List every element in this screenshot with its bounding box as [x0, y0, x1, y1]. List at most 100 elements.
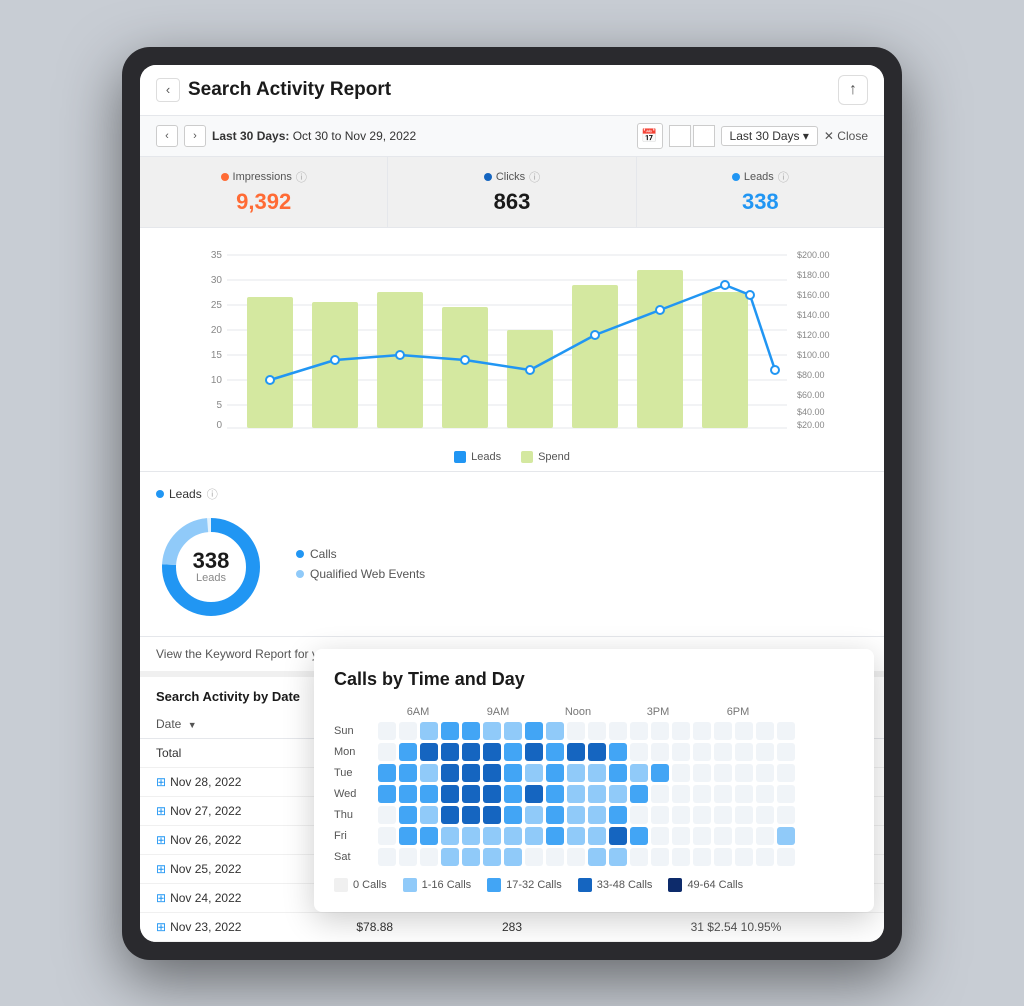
legend-cell	[487, 878, 501, 892]
heatmap-cell	[399, 743, 417, 761]
heatmap-cell	[588, 785, 606, 803]
chart-legend: Leads Spend	[156, 451, 868, 463]
donut-center: 338 Leads	[193, 550, 230, 584]
time-label: 3PM	[618, 706, 698, 718]
day-label: Tue	[334, 767, 378, 779]
heatmap-cell	[462, 806, 480, 824]
heatmap-cell	[399, 827, 417, 845]
view-toggle-1[interactable]	[669, 125, 691, 147]
calls-dot	[296, 550, 304, 558]
heatmap-cell	[399, 848, 417, 866]
heatmap-cell	[420, 806, 438, 824]
heatmap-cell	[462, 764, 480, 782]
heatmap-cell	[588, 764, 606, 782]
svg-text:$160.00: $160.00	[797, 290, 830, 300]
heatmap-cell	[441, 785, 459, 803]
heatmap-cell	[525, 827, 543, 845]
svg-text:$40.00: $40.00	[797, 407, 825, 417]
heatmap-cell	[651, 743, 669, 761]
heatmap-cell	[567, 764, 585, 782]
heatmap-time-header: 6AM9AMNoon3PM6PM	[378, 706, 854, 718]
day-label: Sat	[334, 851, 378, 863]
heatmap-cell	[714, 806, 732, 824]
cell-date: ⊞Nov 25, 2022	[140, 854, 340, 883]
heatmap-cell	[735, 848, 753, 866]
heatmap-cell	[735, 764, 753, 782]
heatmap-cell	[504, 785, 522, 803]
heatmap-row: Sun	[334, 722, 854, 740]
heatmap-cell	[399, 785, 417, 803]
close-button[interactable]: ✕ Close	[824, 129, 868, 143]
heatmap-cell	[588, 827, 606, 845]
col-date[interactable]: Date ▼	[140, 710, 340, 739]
legend-cell	[403, 878, 417, 892]
device-screen: ‹ Search Activity Report ↑ ‹ › Last 30 D…	[140, 65, 884, 942]
heatmap-cell	[567, 785, 585, 803]
day-label: Thu	[334, 809, 378, 821]
heatmap-cell	[378, 848, 396, 866]
heatmap-cell	[588, 722, 606, 740]
info-icon: ⓘ	[296, 169, 307, 185]
heatmap-cell	[609, 764, 627, 782]
donut-number: 338	[193, 550, 230, 572]
metric-dot	[732, 173, 740, 181]
heatmap-cell	[777, 827, 795, 845]
svg-text:$20.00: $20.00	[797, 420, 825, 430]
page-title: Search Activity Report	[188, 79, 391, 101]
leads-swatch	[454, 451, 466, 463]
heatmap-cell	[483, 827, 501, 845]
metric-card-clicks: Clicks ⓘ 863	[388, 157, 636, 227]
heatmap-cell	[735, 827, 753, 845]
heatmap-cell	[735, 722, 753, 740]
heatmap-cell	[504, 806, 522, 824]
heatmap-cell	[546, 722, 564, 740]
svg-text:$140.00: $140.00	[797, 310, 830, 320]
svg-text:5: 5	[216, 400, 222, 411]
web-events-label: Qualified Web Events	[310, 567, 425, 581]
next-date-button[interactable]: ›	[184, 125, 206, 147]
heatmap-row: Tue	[334, 764, 854, 782]
metric-dot	[221, 173, 229, 181]
heatmap-row: Fri	[334, 827, 854, 845]
info-icon: ⓘ	[529, 169, 540, 185]
heatmap-cell	[567, 722, 585, 740]
prev-date-button[interactable]: ‹	[156, 125, 178, 147]
heatmap-row: Sat	[334, 848, 854, 866]
leads-content: 338 Leads Calls Qualified Web Events	[156, 512, 868, 622]
heatmap-cell	[546, 848, 564, 866]
heatmap-cell	[693, 848, 711, 866]
range-dropdown[interactable]: Last 30 Days ▾	[721, 126, 818, 146]
date-bar: ‹ › Last 30 Days: Oct 30 to Nov 29, 2022…	[140, 116, 884, 157]
view-toggle-2[interactable]	[693, 125, 715, 147]
heatmap-cell	[588, 743, 606, 761]
heatmap-cell	[546, 785, 564, 803]
calendar-icon[interactable]: 📅	[637, 123, 663, 149]
metric-label: Impressions ⓘ	[156, 169, 371, 185]
heatmap-cell	[651, 722, 669, 740]
heatmap-cell	[609, 848, 627, 866]
heatmap-cell	[672, 806, 690, 824]
metric-card-leads: Leads ⓘ 338	[637, 157, 884, 227]
heatmap-cell	[420, 827, 438, 845]
back-button[interactable]: ‹	[156, 78, 180, 102]
leads-section-label: Leads ⓘ	[156, 486, 868, 502]
svg-text:$80.00: $80.00	[797, 370, 825, 380]
svg-text:10: 10	[211, 375, 223, 386]
heatmap-cell	[735, 785, 753, 803]
heatmap-cell	[567, 827, 585, 845]
heatmap-cell	[651, 785, 669, 803]
heatmap-cell	[756, 764, 774, 782]
legend-label: 1-16 Calls	[422, 879, 472, 891]
date-nav: ‹ › Last 30 Days: Oct 30 to Nov 29, 2022	[156, 125, 416, 147]
day-label: Fri	[334, 830, 378, 842]
svg-text:$180.00: $180.00	[797, 270, 830, 280]
heatmap-cell	[777, 722, 795, 740]
spend-swatch	[521, 451, 533, 463]
heatmap-row: Thu	[334, 806, 854, 824]
heatmap-cell	[714, 722, 732, 740]
svg-text:20: 20	[211, 325, 223, 336]
heatmap-cell	[441, 743, 459, 761]
heatmap-cell	[504, 827, 522, 845]
heatmap-cell	[546, 764, 564, 782]
share-button[interactable]: ↑	[838, 75, 868, 105]
